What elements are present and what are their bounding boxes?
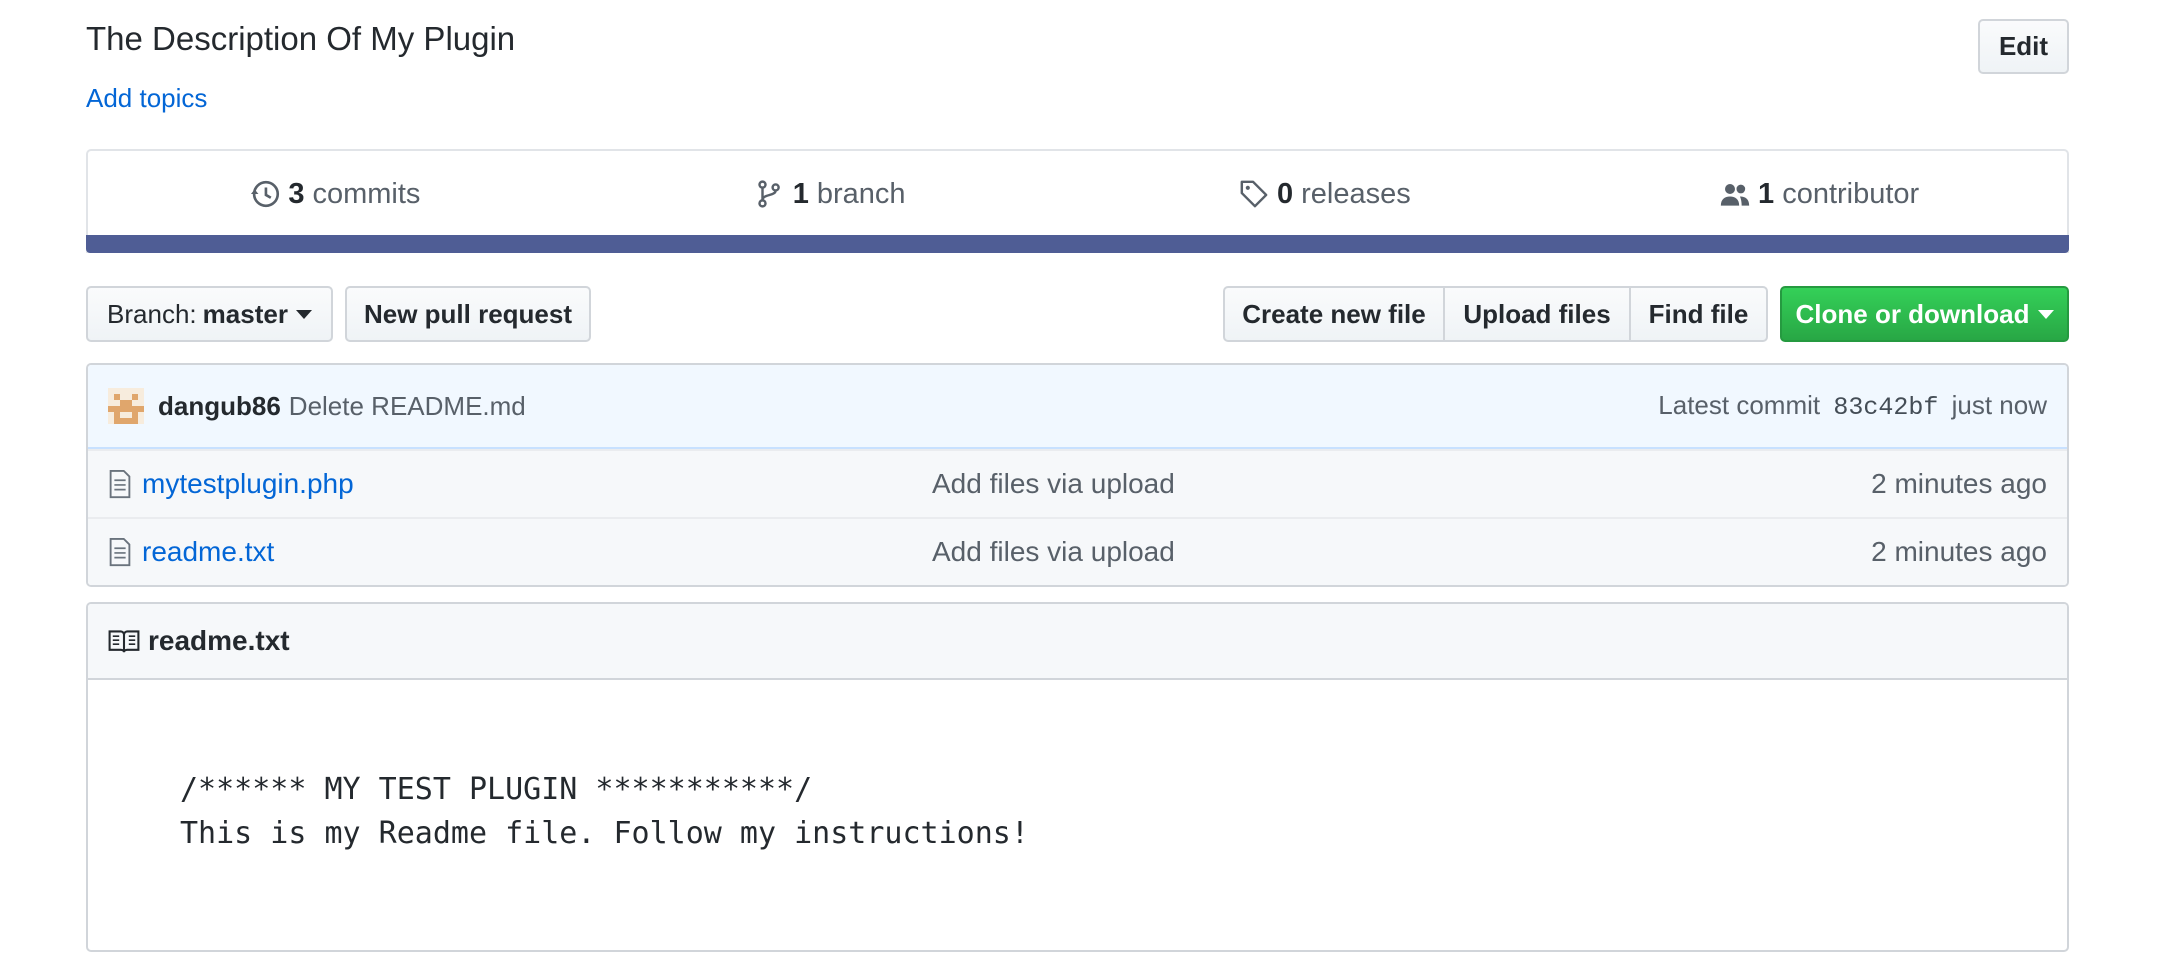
branch-prefix: Branch: bbox=[107, 298, 197, 329]
file-icon bbox=[109, 537, 131, 567]
add-topics-link[interactable]: Add topics bbox=[86, 83, 207, 114]
language-bar[interactable] bbox=[86, 235, 2069, 253]
find-file-button[interactable]: Find file bbox=[1629, 286, 1768, 342]
readme-panel: readme.txt /****** MY TEST PLUGIN ******… bbox=[86, 602, 2069, 952]
create-new-file-button[interactable]: Create new file bbox=[1223, 286, 1445, 342]
latest-commit-info: Latest commit 83c42bf just now bbox=[1658, 390, 2047, 422]
tag-icon bbox=[1240, 180, 1268, 208]
file-actions-group: Create new file Upload files Find file bbox=[1223, 286, 1768, 342]
readme-title: readme.txt bbox=[148, 625, 290, 656]
file-row: readme.txt Add files via upload 2 minute… bbox=[88, 517, 2067, 585]
commit-message[interactable]: Delete README.md bbox=[289, 391, 526, 422]
file-name-link[interactable]: readme.txt bbox=[142, 536, 932, 568]
book-icon bbox=[108, 630, 140, 653]
readme-line: /****** MY TEST PLUGIN ***********/ bbox=[180, 772, 813, 807]
git-branch-icon bbox=[758, 180, 780, 208]
avatar[interactable] bbox=[108, 388, 144, 424]
commit-time: just now bbox=[1951, 390, 2047, 420]
readme-line: This is my Readme file. Follow my instru… bbox=[180, 816, 1029, 851]
file-list: dangub86 Delete README.md Latest commit … bbox=[86, 363, 2069, 587]
file-age: 2 minutes ago bbox=[1871, 536, 2047, 567]
edit-button[interactable]: Edit bbox=[1978, 19, 2069, 74]
clone-or-download-button[interactable]: Clone or download bbox=[1780, 286, 2069, 342]
caret-down-icon bbox=[2037, 309, 2054, 319]
readme-header: readme.txt bbox=[88, 604, 2067, 680]
contributors-count: 1 bbox=[1758, 177, 1775, 210]
history-icon bbox=[251, 180, 280, 208]
branch-select-button[interactable]: Branch: master bbox=[86, 286, 333, 342]
file-commit-message[interactable]: Add files via upload bbox=[932, 536, 1871, 568]
file-commit-message[interactable]: Add files via upload bbox=[932, 468, 1871, 500]
contributors-label: contributor bbox=[1782, 177, 1920, 210]
commit-sha[interactable]: 83c42bf bbox=[1833, 393, 1938, 422]
readme-content: /****** MY TEST PLUGIN ***********/ This … bbox=[88, 680, 2067, 856]
releases-label: releases bbox=[1301, 177, 1411, 210]
people-icon bbox=[1720, 184, 1750, 206]
branches-label: branch bbox=[816, 177, 906, 210]
file-age: 2 minutes ago bbox=[1871, 468, 2047, 499]
commit-author[interactable]: dangub86 bbox=[158, 391, 281, 422]
branch-name: master bbox=[202, 298, 288, 329]
clone-label: Clone or download bbox=[1795, 298, 2030, 329]
file-name-link[interactable]: mytestplugin.php bbox=[142, 468, 932, 500]
new-pull-request-button[interactable]: New pull request bbox=[345, 286, 591, 342]
repo-description: The Description Of My Plugin bbox=[86, 20, 516, 57]
latest-commit-bar: dangub86 Delete README.md Latest commit … bbox=[88, 365, 2067, 449]
file-row: mytestplugin.php Add files via upload 2 … bbox=[88, 449, 2067, 517]
file-icon bbox=[109, 469, 131, 499]
upload-files-button[interactable]: Upload files bbox=[1443, 286, 1631, 342]
commits-count: 3 bbox=[288, 177, 305, 210]
caret-down-icon bbox=[295, 309, 312, 319]
commits-label: commits bbox=[312, 177, 421, 210]
branches-count: 1 bbox=[792, 177, 809, 210]
releases-count: 0 bbox=[1276, 177, 1294, 210]
latest-commit-prefix: Latest commit bbox=[1658, 390, 1821, 420]
